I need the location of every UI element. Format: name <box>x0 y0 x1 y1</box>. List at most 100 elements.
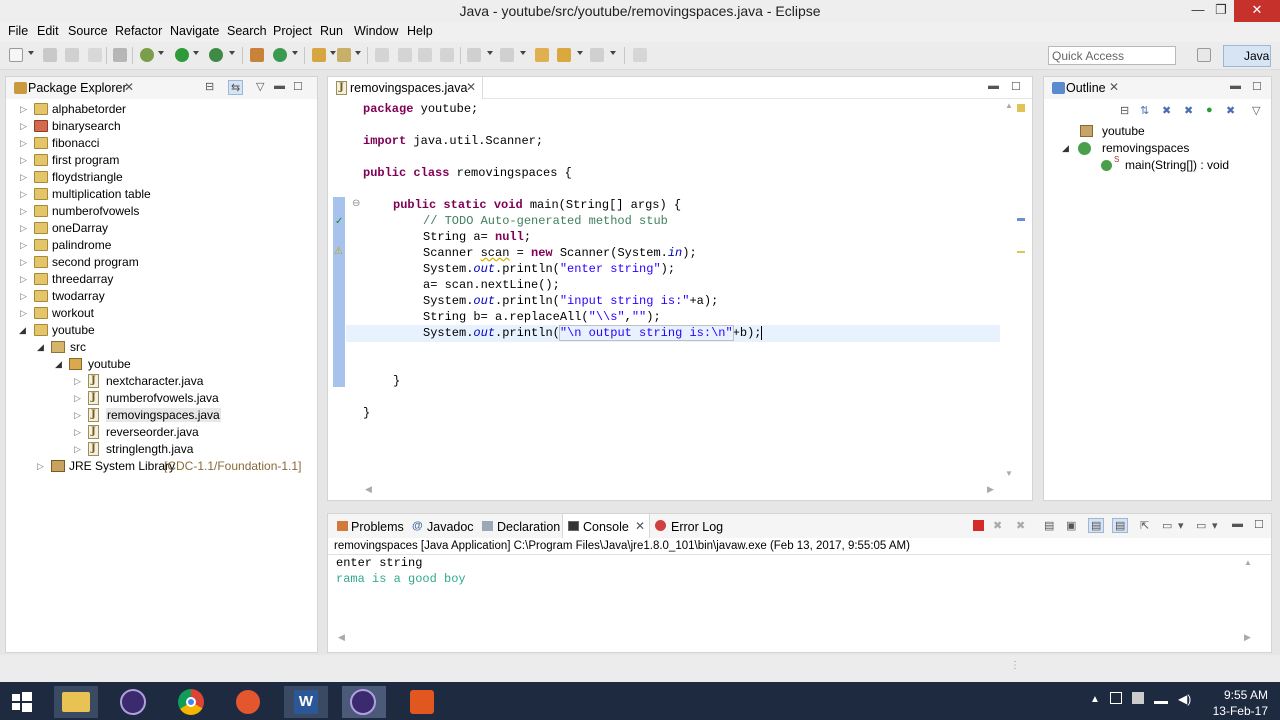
java-perspective-button[interactable]: Java <box>1223 45 1271 67</box>
open-console-icon[interactable]: ▭ <box>1196 519 1206 532</box>
run-icon[interactable] <box>175 48 189 62</box>
chevron-down-icon[interactable] <box>292 51 298 55</box>
tree-item-onedarray[interactable]: ▷ oneDarray <box>6 220 316 237</box>
collapse-all-icon[interactable]: ⊟ <box>205 80 214 93</box>
forward-icon[interactable] <box>590 48 604 62</box>
annotation-icon[interactable] <box>398 48 412 62</box>
minimize-icon[interactable]: ▬ <box>1232 518 1243 530</box>
chevron-down-icon[interactable] <box>577 51 583 55</box>
tab-error-log[interactable]: Error Log <box>650 514 730 538</box>
maximize-icon[interactable]: ☐ <box>1011 80 1021 93</box>
tree-item-youtube[interactable]: ◢ youtube <box>6 322 316 339</box>
battery-icon[interactable] <box>1132 692 1144 704</box>
expand-icon[interactable]: ▷ <box>74 427 81 438</box>
clear-console-icon[interactable]: ▤ <box>1044 519 1054 532</box>
expand-icon[interactable]: ▷ <box>20 155 27 166</box>
chevron-down-icon[interactable] <box>520 51 526 55</box>
tree-item-multiplication-table[interactable]: ▷ multiplication table <box>6 186 316 203</box>
word-taskbar[interactable]: W <box>284 686 328 718</box>
show-on-error-icon[interactable]: ▤ <box>1112 518 1129 533</box>
menu-project[interactable]: Project <box>273 24 312 38</box>
tree-item-alphabetorder[interactable]: ▷ alphabetorder <box>6 101 316 118</box>
menu-source[interactable]: Source <box>68 24 108 38</box>
tree-item-threedarray[interactable]: ▷ threedarray <box>6 271 316 288</box>
expand-icon[interactable]: ▷ <box>20 172 27 183</box>
hide-static-icon[interactable]: ✖ <box>1184 104 1193 117</box>
minimize-icon[interactable]: ▬ <box>274 80 285 92</box>
app-taskbar[interactable] <box>226 686 270 718</box>
previous-annotation-icon[interactable] <box>500 48 514 62</box>
menu-search[interactable]: Search <box>227 24 267 38</box>
tree-item-numberofvowels-java[interactable]: ▷ numberofvowels.java <box>6 390 316 407</box>
chevron-down-icon[interactable] <box>610 51 616 55</box>
debug-icon[interactable] <box>140 48 154 62</box>
search-icon[interactable] <box>337 48 351 62</box>
tree-item-twodarray[interactable]: ▷ twodarray <box>6 288 316 305</box>
toggle-mark-icon[interactable] <box>375 48 389 62</box>
outline-package[interactable]: youtube <box>1044 123 1269 140</box>
open-perspective-icon[interactable] <box>1197 48 1211 62</box>
package-explorer-title[interactable]: Package Explorer <box>28 81 127 95</box>
maximize-icon[interactable]: ☐ <box>1252 80 1262 93</box>
collapse-icon[interactable]: ◢ <box>55 359 62 370</box>
recorder-taskbar[interactable] <box>400 686 444 718</box>
chevron-down-icon[interactable] <box>158 51 164 55</box>
menu-window[interactable]: Window <box>354 24 398 38</box>
scroll-up-icon[interactable]: ▲ <box>1005 101 1013 110</box>
menu-navigate[interactable]: Navigate <box>170 24 219 38</box>
tab-declaration[interactable]: Declaration <box>480 514 562 538</box>
tree-item-jre[interactable]: ▷ JRE System Library [CDC-1.1/Foundation… <box>6 458 316 475</box>
chevron-down-icon[interactable] <box>229 51 235 55</box>
skip-breakpoints-icon[interactable] <box>113 48 127 62</box>
remove-all-icon[interactable]: ✖ <box>1016 519 1025 532</box>
editor-vertical-scrollbar[interactable]: ▲ ▼ <box>1005 101 1015 483</box>
expand-icon[interactable]: ▷ <box>20 206 27 217</box>
chevron-down-icon[interactable]: ▾ <box>1212 519 1218 532</box>
show-whitespace-icon[interactable] <box>418 48 432 62</box>
expand-icon[interactable]: ▷ <box>20 291 27 302</box>
minimize-icon[interactable]: ▬ <box>1230 80 1241 92</box>
sort-icon[interactable]: ⇅ <box>1140 104 1149 117</box>
quick-access-input[interactable]: Quick Access <box>1048 46 1176 65</box>
open-type-icon[interactable] <box>312 48 326 62</box>
next-annotation-icon[interactable] <box>467 48 481 62</box>
hide-fields-icon[interactable]: ✖ <box>1162 104 1171 117</box>
scroll-left-icon[interactable]: ◀ <box>365 484 372 495</box>
save-icon[interactable] <box>43 48 57 62</box>
eclipse-taskbar[interactable] <box>112 686 156 718</box>
volume-icon[interactable]: ◀) <box>1178 692 1191 706</box>
link-editor-icon[interactable]: ⇆ <box>228 80 244 95</box>
block-selection-icon[interactable] <box>440 48 454 62</box>
maximize-icon[interactable]: ☐ <box>1254 518 1264 531</box>
outline-class[interactable]: ◢ removingspaces <box>1044 140 1269 157</box>
wifi-icon[interactable] <box>1154 692 1168 704</box>
overview-ruler-task[interactable] <box>1017 218 1025 221</box>
chrome-taskbar[interactable] <box>170 686 214 718</box>
file-explorer-taskbar[interactable] <box>54 686 98 718</box>
scroll-right-icon[interactable]: ▶ <box>987 484 994 495</box>
expand-icon[interactable]: ▷ <box>74 410 81 421</box>
tree-item-package-youtube[interactable]: ◢ youtube <box>6 356 316 373</box>
scroll-left-icon[interactable]: ◀ <box>338 632 345 643</box>
expand-icon[interactable]: ▷ <box>20 189 27 200</box>
outline-title[interactable]: Outline <box>1066 81 1106 95</box>
expand-icon[interactable]: ▷ <box>74 376 81 387</box>
remove-launch-icon[interactable]: ✖ <box>993 519 1002 532</box>
expand-icon[interactable]: ▷ <box>37 461 44 472</box>
view-menu-icon[interactable]: ▽ <box>1252 104 1260 117</box>
tab-console[interactable]: Console ✕ <box>562 514 650 538</box>
expand-icon[interactable]: ▷ <box>20 257 27 268</box>
menu-refactor[interactable]: Refactor <box>115 24 162 38</box>
chevron-down-icon[interactable] <box>330 51 336 55</box>
close-icon[interactable]: ✕ <box>124 80 134 94</box>
close-button[interactable]: ✕ <box>1234 0 1280 22</box>
chevron-down-icon[interactable]: ▾ <box>1178 519 1184 532</box>
terminate-icon[interactable] <box>973 520 984 531</box>
expand-icon[interactable]: ▷ <box>20 274 27 285</box>
expand-icon[interactable]: ▷ <box>20 240 27 251</box>
show-hidden-icons-icon[interactable]: ▲ <box>1090 694 1100 705</box>
scroll-up-icon[interactable]: ▲ <box>1244 558 1252 567</box>
new-java-project-icon[interactable] <box>250 48 264 62</box>
print-icon[interactable] <box>88 48 102 62</box>
pin-console-icon[interactable]: ⇱ <box>1140 519 1149 532</box>
